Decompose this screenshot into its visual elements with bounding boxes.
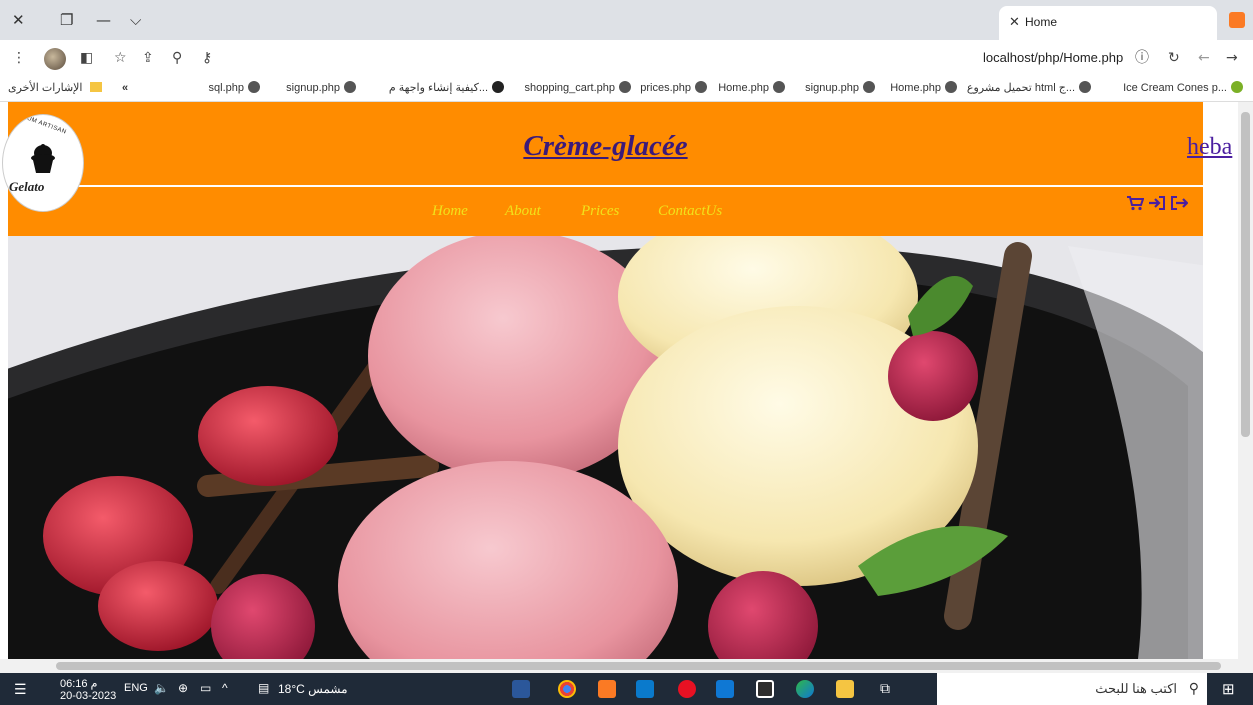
sign-out-icon[interactable] — [1170, 195, 1189, 211]
profile-avatar[interactable] — [44, 48, 66, 70]
nav-contactus[interactable]: ContactUs — [658, 203, 722, 220]
bookmark-item[interactable]: Ice Cream Cones p... — [1123, 81, 1243, 95]
other-bookmarks-folder[interactable]: الإشارات الأخرى — [8, 81, 102, 95]
store-icon[interactable] — [756, 680, 774, 698]
ice-cream-hero-illustration — [8, 236, 1203, 659]
back-icon[interactable]: → — [1226, 49, 1238, 67]
reload-icon[interactable]: ↻ — [1168, 49, 1180, 67]
horizontal-scrollbar[interactable] — [0, 659, 1253, 673]
word-icon[interactable] — [512, 680, 530, 698]
notification-icon[interactable]: ☰ — [14, 681, 27, 698]
bookmark-item[interactable]: shopping_cart.php — [524, 81, 631, 95]
bookmark-item[interactable]: prices.php — [640, 81, 707, 95]
mail-icon[interactable] — [716, 680, 734, 698]
user-link[interactable]: heba — [1187, 134, 1232, 161]
nav-home[interactable]: Home — [432, 203, 468, 220]
close-tab-icon[interactable]: ✕ — [1009, 14, 1020, 30]
menu-icon[interactable]: ⋮ — [12, 49, 26, 67]
close-window-icon[interactable]: ✕ — [12, 10, 25, 30]
zoom-icon[interactable]: ⚲ — [172, 49, 182, 67]
star-icon[interactable]: ☆ — [114, 49, 127, 67]
site-header: Crème-glacée — [8, 102, 1203, 185]
page-viewport: Crème-glacée Home About Prices ContactUs… — [0, 102, 1253, 659]
search-icon: ⚲ — [1188, 680, 1199, 696]
opera-icon[interactable] — [678, 680, 696, 698]
vertical-scrollbar[interactable] — [1238, 102, 1253, 659]
search-placeholder: اكتب هنا للبحث — [1095, 681, 1177, 696]
taskbar-date[interactable]: 20-03-2023 — [60, 690, 116, 702]
main-nav: Home About Prices ContactUs — [8, 187, 1203, 236]
tab-search-icon[interactable]: ⌵ — [130, 10, 141, 30]
restore-window-icon[interactable]: ❐ — [60, 10, 73, 30]
logo-text: Gelato — [9, 179, 45, 194]
minimize-window-icon[interactable]: — — [96, 10, 111, 30]
tab-home[interactable]: ✕ Home — [999, 6, 1217, 40]
network-icon[interactable]: ⊕ — [178, 681, 188, 695]
bookmarks-bar: Ice Cream Cones p... تحميل مشروع html ج.… — [0, 76, 1253, 102]
bookmark-item[interactable]: signup.php — [286, 81, 356, 95]
vertical-scroll-thumb[interactable] — [1241, 112, 1250, 437]
windows-start-icon[interactable]: ⊞ — [1222, 680, 1235, 698]
browser-tab-bar: ✕ ❐ — ⌵ + ✕ Home — [0, 0, 1253, 40]
task-view-icon[interactable]: ⧉ — [880, 680, 890, 697]
browser-toolbar: ⋮ ◧ ☆ ⇪ ⚲ ⚷ localhost/php/Home.php ⓘ ↻ ←… — [0, 40, 1253, 76]
volume-icon[interactable]: 🔈 — [154, 681, 169, 695]
nav-about[interactable]: About — [505, 203, 541, 220]
forward-icon[interactable]: ← — [1198, 49, 1210, 67]
bookmark-item[interactable]: Home.php — [718, 81, 785, 95]
battery-icon[interactable]: ▭ — [200, 681, 211, 695]
language-indicator[interactable]: ENG — [124, 682, 148, 694]
tab-title: Home — [1025, 15, 1058, 29]
folder-icon — [89, 82, 102, 92]
show-hidden-icons-icon[interactable]: ^ — [222, 681, 228, 695]
sidebar-icon[interactable]: ◧ — [80, 49, 93, 67]
shopping-cart-icon[interactable] — [1126, 195, 1145, 211]
site-logo[interactable]: PREMIUM ARTISAN Gelato — [2, 114, 84, 212]
bookmark-item[interactable]: تحميل مشروع html ج... — [967, 81, 1091, 95]
edge-icon[interactable] — [796, 680, 814, 698]
bookmark-item[interactable]: Home.php — [890, 81, 957, 95]
file-explorer-icon[interactable] — [836, 680, 854, 698]
address-bar[interactable]: localhost/php/Home.php — [983, 50, 1123, 65]
windows-taskbar: ☰ 06:16 م 20-03-2023 ENG 🔈 ⊕ ▭ ^ ▤ 18°C … — [0, 673, 1253, 705]
weather-icon[interactable]: ▤ — [258, 681, 269, 695]
xampp-taskbar-icon[interactable] — [598, 680, 616, 698]
horizontal-scroll-thumb[interactable] — [56, 662, 1221, 670]
key-icon[interactable]: ⚷ — [202, 49, 212, 67]
bookmarks-overflow-button[interactable]: « — [122, 81, 128, 95]
bookmark-item[interactable]: signup.php — [805, 81, 875, 95]
share-icon[interactable]: ⇪ — [142, 49, 154, 67]
vscode-icon[interactable] — [636, 680, 654, 698]
bookmark-item[interactable]: كيفية إنشاء واجهة م... — [389, 81, 504, 95]
bookmark-item[interactable]: sql.php — [209, 81, 260, 95]
chrome-icon[interactable] — [558, 680, 576, 698]
site-info-icon[interactable]: ⓘ — [1135, 49, 1149, 67]
site-title[interactable]: Crème-glacée — [8, 130, 1203, 163]
taskbar-search[interactable]: اكتب هنا للبحث ⚲ — [937, 673, 1207, 705]
weather-text[interactable]: 18°C مشمس — [278, 682, 348, 696]
taskbar-time[interactable]: 06:16 م — [60, 677, 97, 690]
xampp-icon[interactable] — [1229, 12, 1245, 28]
hero-image — [8, 236, 1203, 659]
nav-prices[interactable]: Prices — [581, 203, 619, 220]
sign-in-icon[interactable] — [1148, 195, 1166, 211]
ice-cream-logo-icon — [31, 144, 55, 173]
